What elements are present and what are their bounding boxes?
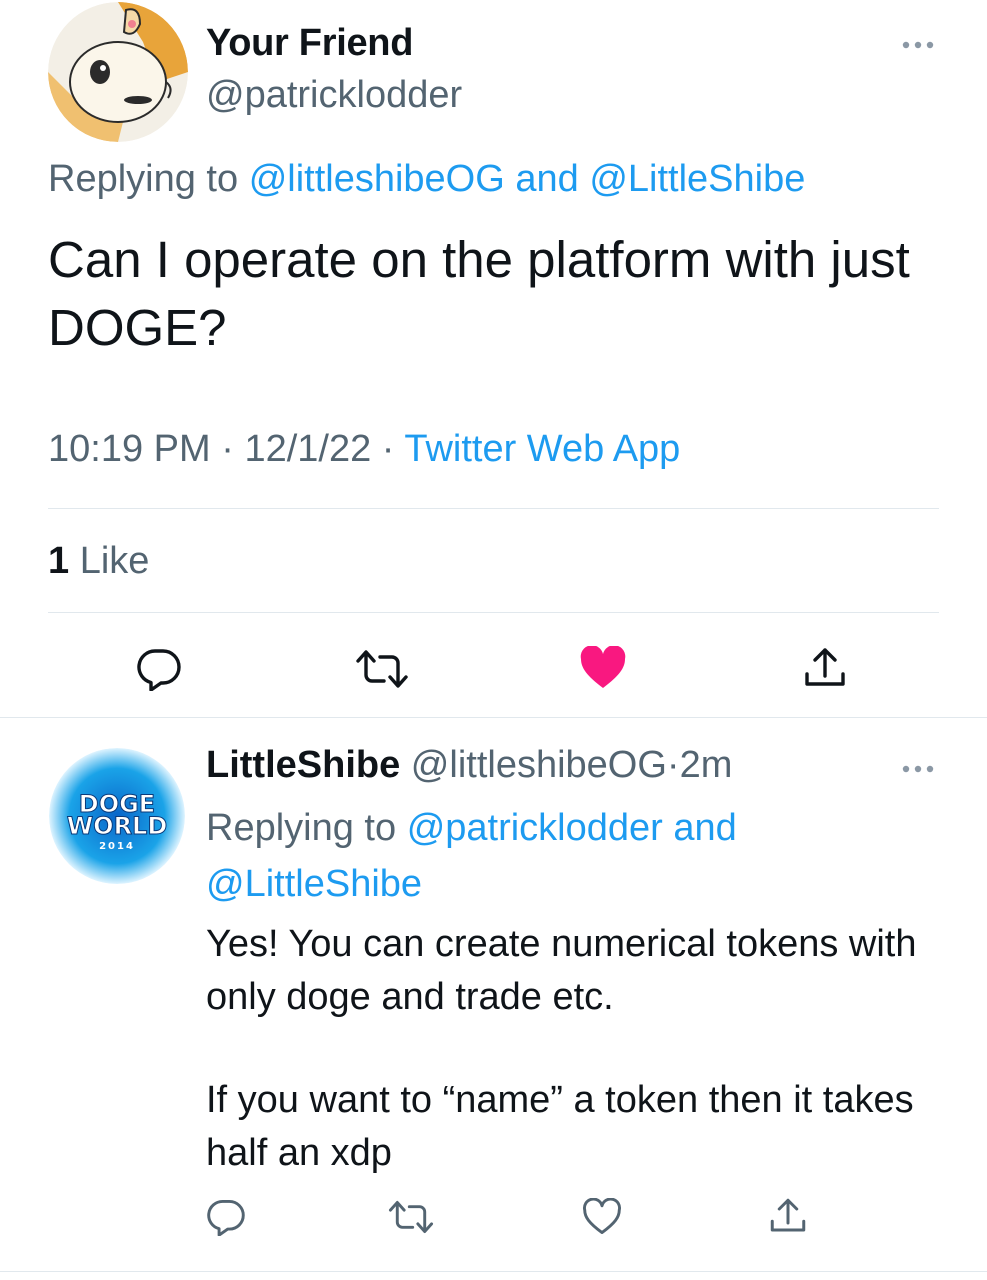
- avatar-your-friend[interactable]: [48, 2, 188, 142]
- share-icon[interactable]: [800, 644, 850, 692]
- tweet-text: Yes! You can create numerical tokens wit…: [206, 923, 917, 1018]
- replying-prefix: Replying to: [48, 158, 239, 200]
- tweet-source[interactable]: Twitter Web App: [404, 428, 680, 470]
- user-handle[interactable]: @littleshibeOG: [411, 744, 667, 786]
- replying-prefix: Replying to: [206, 807, 397, 849]
- avatar-text: 2014: [99, 841, 135, 852]
- like-count-label: Like: [79, 540, 150, 582]
- display-name[interactable]: Your Friend: [206, 22, 413, 65]
- retweet-icon[interactable]: [386, 1196, 436, 1238]
- mention-link[interactable]: @patricklodder: [407, 807, 663, 849]
- user-handle[interactable]: @patricklodder: [206, 74, 462, 117]
- divider: [48, 508, 939, 509]
- mention-link[interactable]: @LittleShibe: [206, 863, 422, 905]
- like-count-number: 1: [48, 540, 70, 582]
- more-icon[interactable]: [898, 754, 938, 784]
- display-name[interactable]: LittleShibe: [206, 744, 400, 786]
- divider: [0, 1271, 987, 1272]
- meta-separator: ·: [221, 428, 234, 470]
- mention-link[interactable]: @LittleShibe: [589, 158, 805, 200]
- divider: [48, 612, 939, 613]
- reply-header: LittleShibe @littleshibeOG·2m: [206, 744, 732, 787]
- share-icon[interactable]: [766, 1194, 810, 1238]
- replying-to: Replying to @patricklodder and @LittleSh…: [206, 800, 906, 912]
- more-icon[interactable]: [898, 30, 938, 60]
- mention-link[interactable]: @littleshibeOG: [249, 158, 505, 200]
- avatar-text: WORLD: [67, 812, 168, 840]
- replying-joiner[interactable]: and: [673, 807, 736, 849]
- tweet-meta: 10:19 PM · 12/1/22 · Twitter Web App: [48, 428, 680, 471]
- meta-separator: ·: [666, 744, 680, 786]
- tweet-age[interactable]: 2m: [680, 744, 733, 786]
- reply-icon[interactable]: [134, 644, 184, 694]
- like-icon[interactable]: [580, 1196, 624, 1238]
- replying-joiner[interactable]: and: [515, 158, 578, 200]
- tweet-date[interactable]: 12/1/22: [244, 428, 371, 470]
- divider: [0, 717, 987, 718]
- tweet-time[interactable]: 10:19 PM: [48, 428, 211, 470]
- tweet-text: Can I operate on the platform with just …: [48, 231, 910, 356]
- like-icon-filled[interactable]: [578, 644, 628, 692]
- tweet-text: If you want to “name” a token then it ta…: [206, 1079, 914, 1174]
- avatar-littleshibe[interactable]: DOGE WORLD 2014: [49, 748, 185, 884]
- replying-to: Replying to @littleshibeOG and @LittleSh…: [48, 158, 805, 201]
- like-count[interactable]: 1 Like: [48, 540, 149, 583]
- reply-icon[interactable]: [204, 1196, 248, 1238]
- retweet-icon[interactable]: [354, 646, 410, 692]
- meta-separator: ·: [381, 428, 395, 470]
